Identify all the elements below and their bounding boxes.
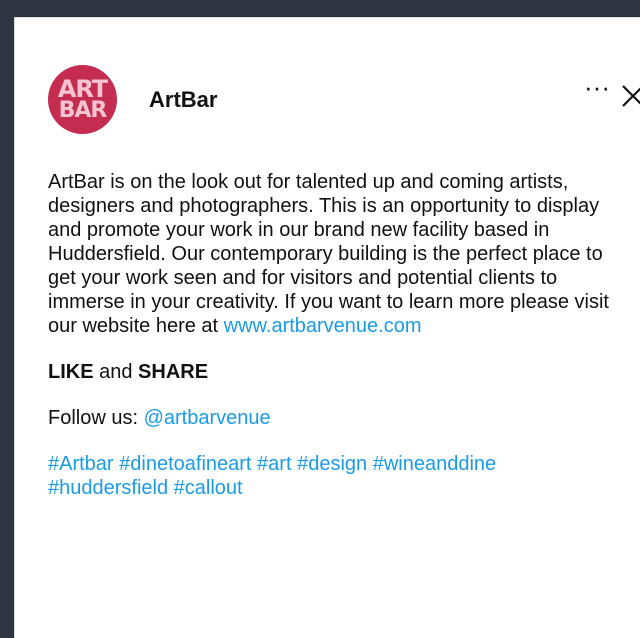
hashtag-link[interactable]: #callout [174,477,243,499]
hashtag-link[interactable]: #Artbar [48,453,114,475]
post-card: ART BAR ArtBar ··· ArtBar is on the look… [14,17,640,638]
description-text: ArtBar is on the look out for talented u… [48,171,609,337]
post-description: ArtBar is on the look out for talented u… [48,170,628,338]
hashtag-link[interactable]: #design [297,453,367,475]
post-body: ArtBar is on the look out for talented u… [48,170,628,522]
avatar[interactable]: ART BAR [48,65,117,134]
follow-label: Follow us: [48,407,144,429]
like-text: LIKE [48,361,94,383]
hashtag-link[interactable]: #wineanddine [373,453,496,475]
close-icon[interactable] [620,83,640,109]
post-header: ART BAR ArtBar ··· [48,65,640,135]
follow-handle-link[interactable]: @artbarvenue [144,407,271,429]
author-name[interactable]: ArtBar [149,87,217,113]
hashtags: #Artbar #dinetoafineart #art #design #wi… [48,452,628,500]
follow-line: Follow us: @artbarvenue [48,406,628,430]
hashtag-link[interactable]: #art [257,453,291,475]
share-text: SHARE [138,361,209,383]
hashtag-link[interactable]: #huddersfield [48,477,168,499]
cta-line: LIKE and SHARE [48,360,628,384]
avatar-logo-line2: BAR [58,98,108,123]
cta-and-text: and [93,361,139,383]
hashtag-link[interactable]: #dinetoafineart [119,453,251,475]
website-link[interactable]: www.artbarvenue.com [224,315,422,337]
more-horizontal-icon[interactable]: ··· [584,74,610,100]
